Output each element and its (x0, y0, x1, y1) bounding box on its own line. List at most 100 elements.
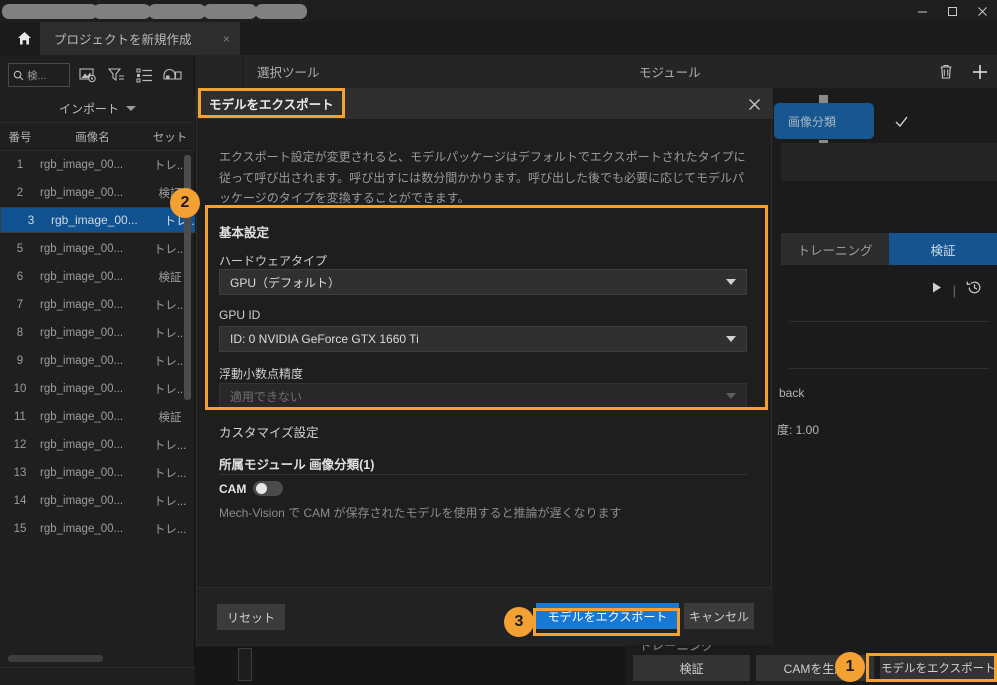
module-panel-title: モジュール (639, 66, 701, 80)
export-model-dialog: モデルをエクスポート エクスポート設定が変更されると、モデルパッケージはデフォル… (196, 88, 773, 645)
column-header-name: 画像名 (75, 131, 110, 144)
chevron-down-icon (726, 279, 736, 285)
validate-button[interactable]: 検証 (633, 655, 751, 681)
dialog-export-button[interactable]: モデルをエクスポート (536, 603, 679, 629)
filter-icon[interactable] (106, 65, 126, 85)
reset-button[interactable]: リセット (217, 604, 285, 630)
play-icon[interactable] (931, 281, 943, 299)
row-image-name: rgb_image_00... (40, 411, 124, 423)
redacted-menu-item (93, 4, 151, 19)
table-row[interactable]: 10 rgb_image_00... トレ... (0, 375, 195, 403)
row-number: 7 (16, 299, 24, 311)
redacted-menu-item (255, 4, 307, 19)
module-node-label: 画像分類 (788, 114, 837, 129)
table-row[interactable]: 13 rgb_image_00... トレ... (0, 459, 195, 487)
project-tab[interactable]: プロジェクトを新規作成 × (40, 22, 240, 55)
table-row[interactable]: 9 rgb_image_00... トレ... (0, 347, 195, 375)
callout-badge-1: 1 (835, 652, 865, 682)
minimize-button[interactable] (907, 0, 937, 22)
precision-value: 適用できない (230, 389, 303, 404)
dataset-table-header: 番号 画像名 セット (0, 123, 195, 151)
window-controls (907, 0, 997, 22)
rail-divider-1 (789, 321, 989, 322)
table-row[interactable]: 3 rgb_image_00... トレ... (0, 207, 195, 233)
hardware-type-select[interactable]: GPU（デフォルト） (219, 269, 747, 295)
row-image-name: rgb_image_00... (40, 243, 124, 255)
canvas-resize-handle[interactable] (238, 648, 252, 681)
cam-toggle[interactable] (253, 481, 283, 496)
bottom-canvas-strip (195, 645, 625, 685)
row-number: 10 (13, 383, 27, 395)
import-dropdown[interactable]: インポート (0, 95, 195, 123)
sidebar-toolbar: 検... (0, 55, 195, 95)
module-node-image-classification[interactable]: 画像分類 (774, 103, 874, 139)
row-image-name: rgb_image_00... (40, 187, 124, 199)
search-input[interactable]: 検... (8, 63, 70, 87)
row-number: 13 (13, 467, 27, 479)
callout-tooltip-label: モデルをエクスポート (209, 97, 334, 112)
callout-badge-2: 2 (170, 188, 200, 218)
precision-select: 適用できない (219, 383, 747, 409)
table-row[interactable]: 8 rgb_image_00... トレ... (0, 319, 195, 347)
column-header-set: セット (152, 131, 188, 144)
hardware-type-value: GPU（デフォルト） (230, 275, 341, 290)
custom-settings-title: カスタマイズ設定 (219, 426, 319, 440)
precision-label: 浮動小数点精度 (219, 367, 304, 381)
home-icon[interactable] (8, 22, 40, 55)
close-button[interactable] (967, 0, 997, 22)
row-set: トレ... (153, 440, 187, 452)
rail-text-value: 度: 1.00 (777, 423, 820, 437)
row-image-name: rgb_image_00... (51, 213, 138, 227)
search-placeholder: 検... (27, 69, 47, 82)
history-icon[interactable] (966, 279, 983, 301)
row-image-name: rgb_image_00... (40, 439, 124, 451)
redacted-menu-item (203, 4, 257, 19)
row-image-name: rgb_image_00... (40, 383, 124, 395)
table-row[interactable]: 1 rgb_image_00... トレ... (0, 151, 195, 179)
tab-validation[interactable]: 検証 (889, 233, 997, 265)
app-window: プロジェクトを新規作成 × 選択ツール モジュール 画像分類 トレーニング 検証… (0, 0, 997, 685)
toolbar-divider (195, 55, 243, 88)
export-model-button[interactable]: モデルをエクスポート (879, 655, 997, 681)
dialog-cancel-button[interactable]: キャンセル (684, 603, 754, 629)
table-row[interactable]: 7 rgb_image_00... トレ... (0, 291, 195, 319)
row-set: トレ... (153, 496, 187, 508)
close-icon[interactable]: × (223, 32, 230, 46)
row-image-name: rgb_image_00... (40, 327, 124, 339)
maximize-button[interactable] (937, 0, 967, 22)
bottom-right-buttons: 検証 CAMを生成 モデルをエクスポート (633, 655, 997, 681)
dialog-close-icon[interactable] (743, 93, 765, 115)
table-row[interactable]: 15 rgb_image_00... トレ... (0, 515, 195, 543)
grid-view-icon[interactable] (162, 65, 182, 85)
plus-icon[interactable] (963, 55, 997, 88)
sidebar-horizontal-scrollbar[interactable] (8, 655, 103, 662)
table-row[interactable]: 5 rgb_image_00... トレ... (0, 235, 195, 263)
gpu-id-select[interactable]: ID: 0 NVIDIA GeForce GTX 1660 Ti (219, 326, 747, 352)
gpu-id-label: GPU ID (219, 308, 261, 322)
table-row[interactable]: 12 rgb_image_00... トレ... (0, 431, 195, 459)
list-view-icon[interactable] (134, 65, 154, 85)
table-row[interactable]: 6 rgb_image_00... 検証 (0, 263, 195, 291)
tab-strip: プロジェクトを新規作成 × (0, 22, 997, 55)
trash-icon[interactable] (929, 55, 963, 88)
row-image-name: rgb_image_00... (40, 271, 124, 283)
table-row[interactable]: 14 rgb_image_00... トレ... (0, 487, 195, 515)
image-settings-icon[interactable] (78, 65, 98, 85)
row-number: 1 (16, 159, 24, 171)
row-image-name: rgb_image_00... (40, 467, 124, 479)
right-rail-controls: | (781, 273, 997, 307)
table-row[interactable]: 11 rgb_image_00... 検証 (0, 403, 195, 431)
tab-training[interactable]: トレーニング (781, 233, 889, 265)
table-row[interactable]: 2 rgb_image_00... 検証 (0, 179, 195, 207)
chevron-down-icon (126, 106, 136, 111)
row-number: 3 (27, 213, 35, 227)
row-number: 8 (16, 327, 24, 339)
cam-hint: Mech-Vision で CAM が保存されたモデルを使用すると推論が遅くなり… (219, 506, 622, 520)
module-panel-header: モジュール (625, 55, 997, 88)
row-set: 検証 (158, 412, 182, 424)
row-number: 14 (13, 495, 27, 507)
hardware-type-label: ハードウェアタイプ (219, 254, 328, 268)
redacted-menu-item (38, 4, 98, 19)
row-number: 15 (13, 523, 27, 535)
import-label: インポート (58, 102, 119, 116)
